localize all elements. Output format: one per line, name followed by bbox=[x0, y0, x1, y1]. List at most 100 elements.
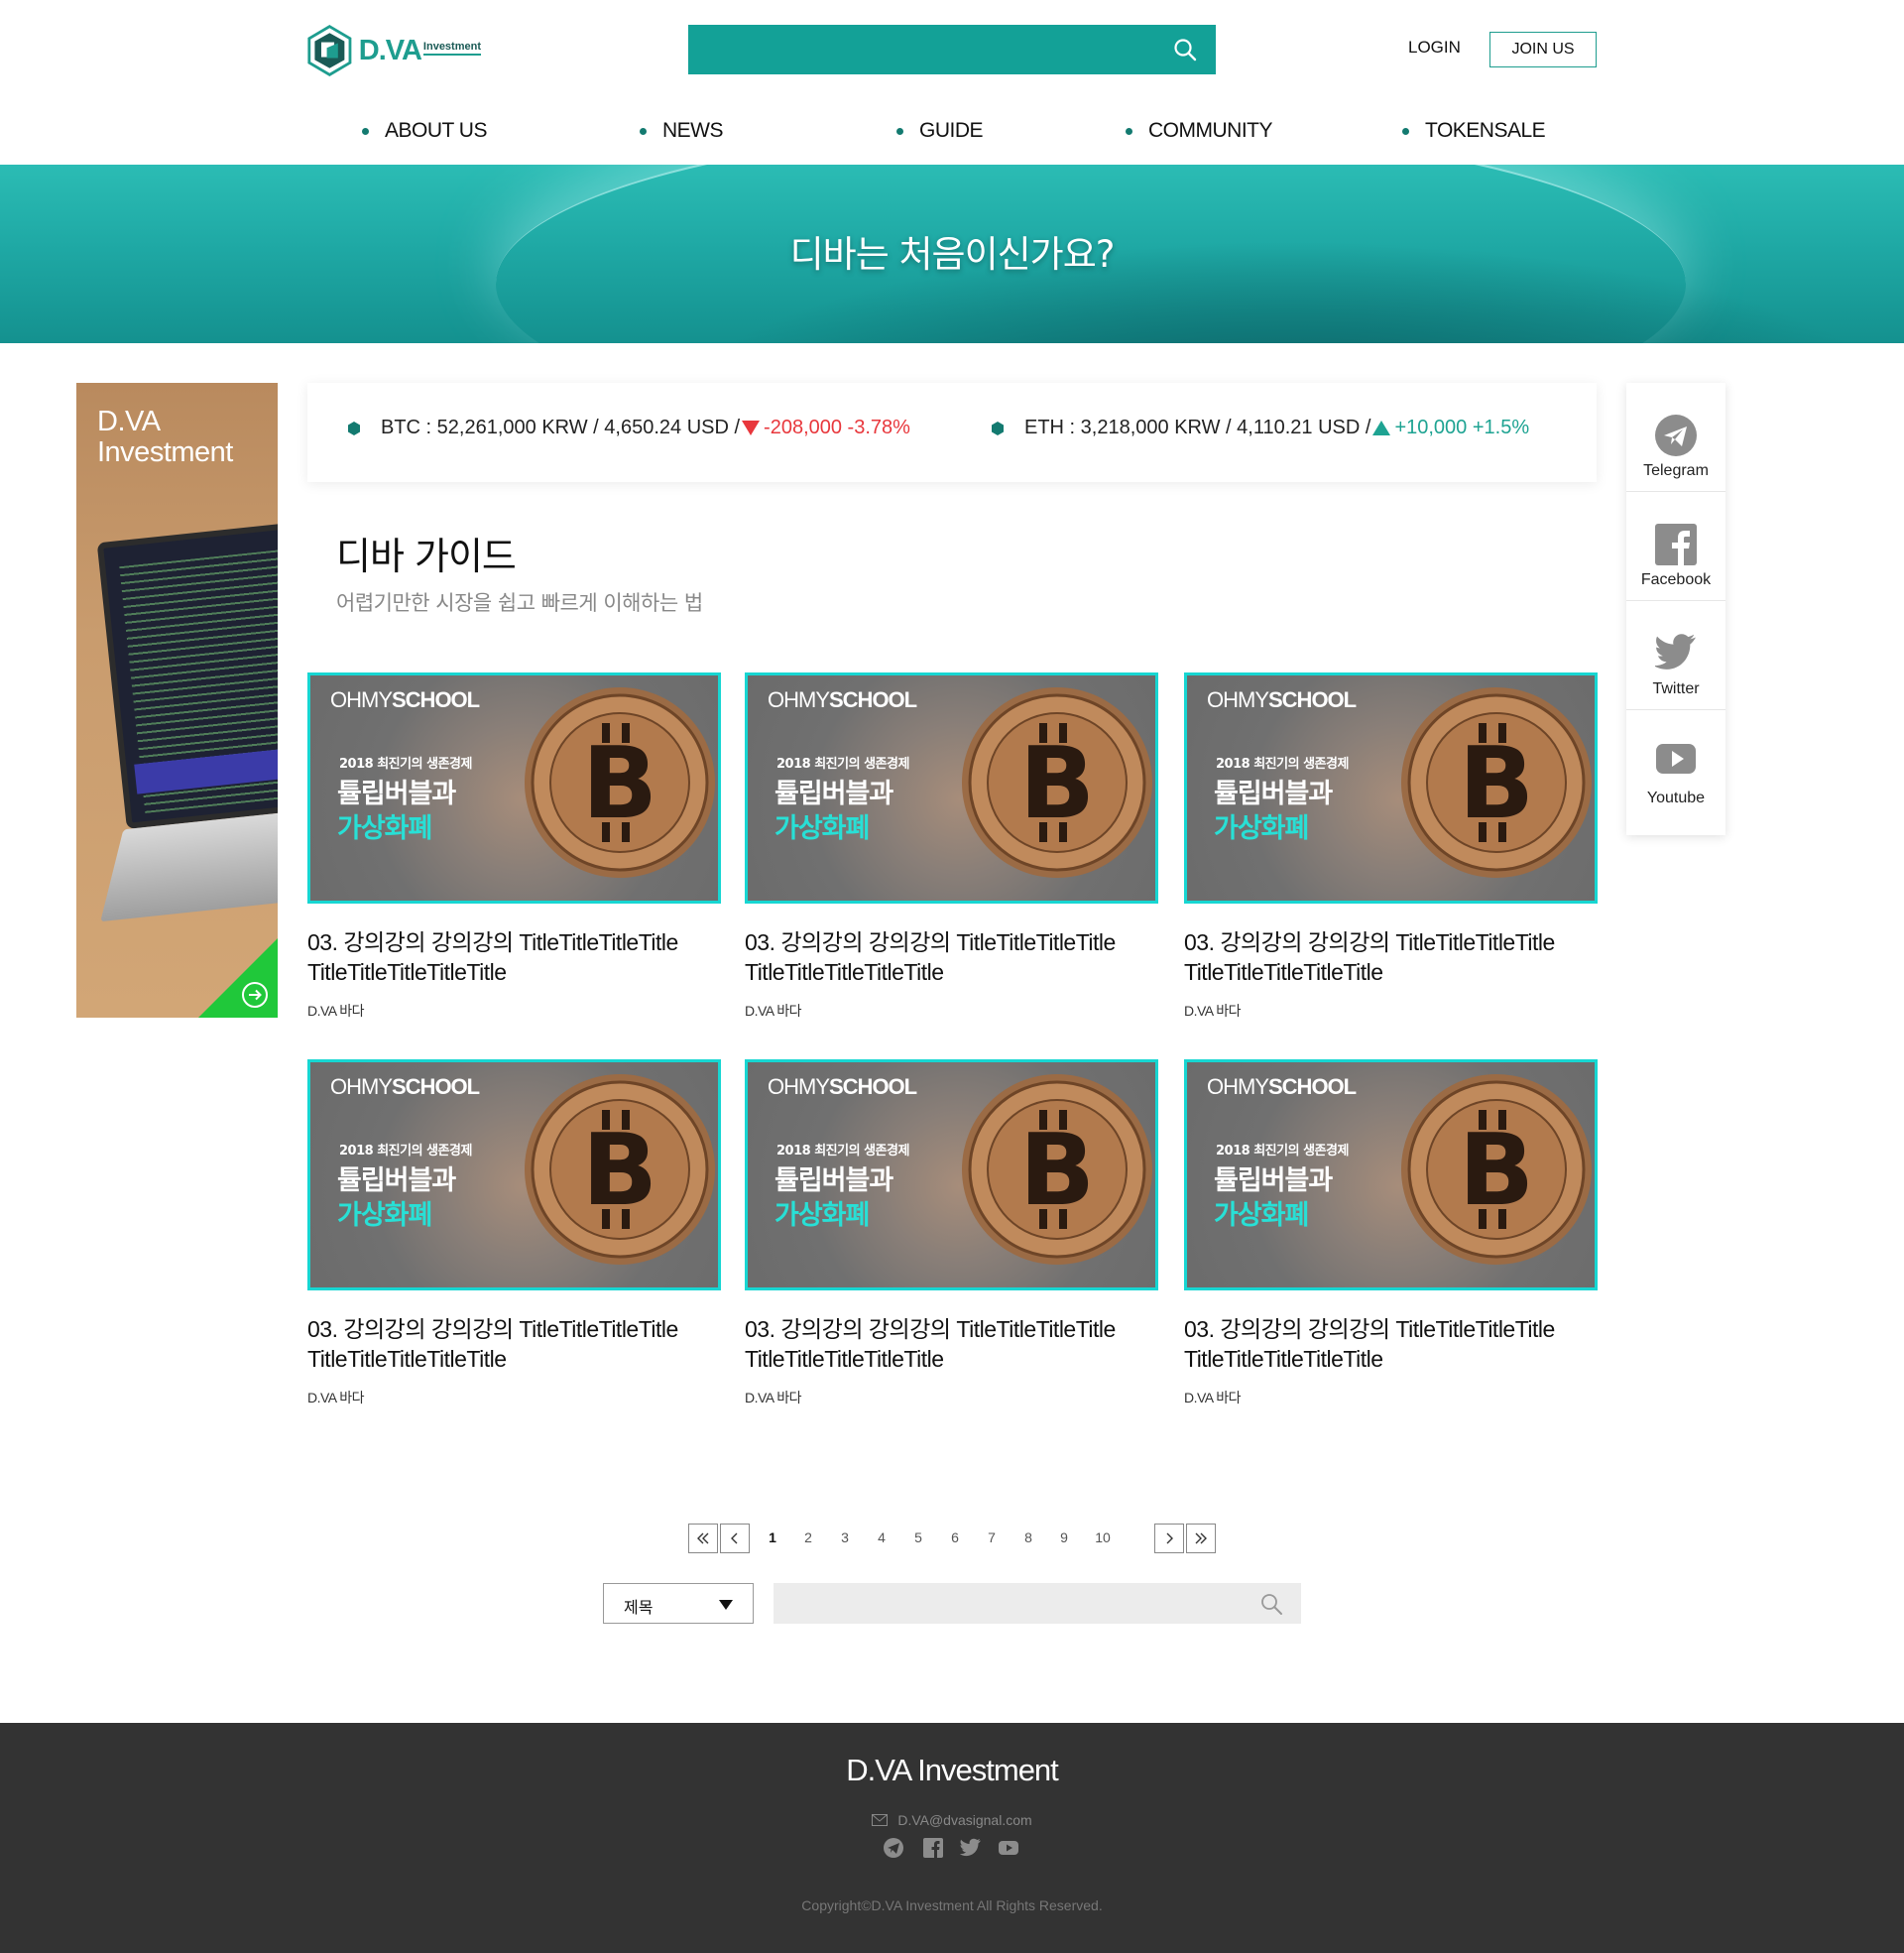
social-label: Facebook bbox=[1640, 571, 1712, 588]
facebook-icon bbox=[1655, 524, 1697, 565]
search-field-select[interactable]: 제목 bbox=[603, 1583, 754, 1624]
card-title[interactable]: 03. 강의강의 강의강의 TitleTitleTitleTitle Title… bbox=[745, 1314, 1158, 1374]
card-thumbnail: B OHMYSCHOOL 2018 최진기의 생존경제 튤립버블과 가상화폐 bbox=[1184, 1059, 1598, 1290]
card-author: D.VA 바다 bbox=[745, 1390, 802, 1405]
youtube-icon[interactable] bbox=[998, 1837, 1019, 1859]
nav-label: TOKENSALE bbox=[1425, 119, 1546, 142]
search-icon[interactable] bbox=[1259, 1592, 1283, 1616]
join-us-button[interactable]: JOIN US bbox=[1489, 32, 1597, 67]
bitcoin-coin-icon: B bbox=[962, 687, 1152, 878]
last-page-button[interactable] bbox=[1186, 1524, 1216, 1553]
page-number-7[interactable]: 7 bbox=[977, 1529, 1007, 1545]
double-chevron-left-icon bbox=[697, 1532, 709, 1544]
chevron-right-icon bbox=[1166, 1532, 1173, 1544]
arrow-right-circle-icon[interactable] bbox=[241, 981, 269, 1009]
thumbnail-headline: 튤립버블과 bbox=[1214, 779, 1333, 809]
twitter-icon[interactable] bbox=[960, 1837, 982, 1859]
next-page-button[interactable] bbox=[1154, 1524, 1184, 1553]
main-nav: ABOUT US NEWS GUIDE COMMUNITY TOKENSALE bbox=[0, 111, 1904, 155]
bitcoin-coin-icon: B bbox=[962, 1074, 1152, 1265]
footer-email-text[interactable]: D.VA@dvasignal.com bbox=[897, 1812, 1031, 1828]
guide-card[interactable]: B OHMYSCHOOL 2018 최진기의 생존경제 튤립버블과 가상화폐 0… bbox=[1184, 672, 1598, 1021]
first-page-button[interactable] bbox=[688, 1524, 718, 1553]
btc-price: BTC : 52,261,000 KRW / 4,650.24 USD / -2… bbox=[347, 417, 910, 439]
double-chevron-right-icon bbox=[1195, 1532, 1207, 1544]
site-header: D.VA Investment LOGIN JOIN US ABOUT US N… bbox=[0, 0, 1904, 165]
svg-text:B: B bbox=[582, 1112, 657, 1228]
page-number-3[interactable]: 3 bbox=[830, 1529, 860, 1545]
guide-card[interactable]: B OHMYSCHOOL 2018 최진기의 생존경제 튤립버블과 가상화폐 0… bbox=[745, 1059, 1158, 1407]
nav-item-guide[interactable]: GUIDE bbox=[896, 111, 984, 151]
bitcoin-coin-icon: B bbox=[525, 1074, 715, 1265]
bullet-icon bbox=[362, 127, 369, 135]
search-icon[interactable] bbox=[1172, 37, 1198, 62]
card-title[interactable]: 03. 강의강의 강의강의 TitleTitleTitleTitle Title… bbox=[307, 1314, 721, 1374]
thumbnail-caption: 2018 최진기의 생존경제 bbox=[339, 757, 472, 772]
page-number-10[interactable]: 10 bbox=[1088, 1529, 1118, 1545]
header-search-bar[interactable] bbox=[688, 25, 1216, 74]
card-title[interactable]: 03. 강의강의 강의강의 TitleTitleTitleTitle Title… bbox=[1184, 927, 1598, 987]
thumbnail-headline-accent: 가상화폐 bbox=[774, 813, 870, 844]
telegram-icon bbox=[1655, 415, 1697, 456]
bitcoin-coin-icon: B bbox=[1401, 687, 1592, 878]
up-arrow-icon bbox=[1372, 421, 1391, 435]
thumbnail-headline-accent: 가상화폐 bbox=[337, 1200, 432, 1231]
social-item-twitter[interactable]: Twitter bbox=[1626, 601, 1726, 710]
thumbnail-headline-accent: 가상화폐 bbox=[1214, 813, 1309, 844]
social-item-youtube[interactable]: Youtube bbox=[1626, 710, 1726, 819]
eth-change: +10,000 +1.5% bbox=[1394, 417, 1530, 438]
page-number-1[interactable]: 1 bbox=[758, 1529, 787, 1545]
guide-card[interactable]: B OHMYSCHOOL 2018 최진기의 생존경제 튤립버블과 가상화폐 0… bbox=[745, 672, 1158, 1021]
guide-card[interactable]: B OHMYSCHOOL 2018 최진기의 생존경제 튤립버블과 가상화폐 0… bbox=[307, 672, 721, 1021]
bullet-icon bbox=[640, 127, 647, 135]
card-title[interactable]: 03. 강의강의 강의강의 TitleTitleTitleTitle Title… bbox=[1184, 1314, 1598, 1374]
nav-label: NEWS bbox=[662, 119, 724, 142]
svg-text:B: B bbox=[1459, 1112, 1534, 1228]
chevron-left-icon bbox=[731, 1532, 738, 1544]
btc-price-text: BTC : 52,261,000 KRW / 4,650.24 USD / bbox=[381, 417, 741, 438]
thumbnail-headline: 튤립버블과 bbox=[774, 1165, 893, 1196]
page-number-4[interactable]: 4 bbox=[867, 1529, 896, 1545]
thumbnail-headline: 튤립버블과 bbox=[1214, 1165, 1333, 1196]
svg-text:B: B bbox=[1459, 725, 1534, 841]
bullet-icon bbox=[1126, 127, 1132, 135]
thumbnail-headline: 튤립버블과 bbox=[774, 779, 893, 809]
social-item-facebook[interactable]: Facebook bbox=[1626, 492, 1726, 601]
nav-item-news[interactable]: NEWS bbox=[640, 111, 724, 151]
site-footer: D.VA Investment D.VA@dvasignal.com Copyr… bbox=[0, 1723, 1904, 1953]
prev-page-button[interactable] bbox=[720, 1524, 750, 1553]
banner-title: 디바는 처음이신가요? bbox=[789, 233, 1116, 276]
thumbnail-caption: 2018 최진기의 생존경제 bbox=[776, 1144, 909, 1159]
eth-price-text: ETH : 3,218,000 KRW / 4,110.21 USD / bbox=[1024, 417, 1371, 438]
bullet-icon bbox=[896, 127, 903, 135]
card-title[interactable]: 03. 강의강의 강의강의 TitleTitleTitleTitle Title… bbox=[307, 927, 721, 987]
card-title[interactable]: 03. 강의강의 강의강의 TitleTitleTitleTitle Title… bbox=[745, 927, 1158, 987]
facebook-icon[interactable] bbox=[922, 1837, 944, 1859]
page-number-8[interactable]: 8 bbox=[1013, 1529, 1043, 1545]
social-label: Telegram bbox=[1643, 462, 1709, 479]
guide-card[interactable]: B OHMYSCHOOL 2018 최진기의 생존경제 튤립버블과 가상화폐 0… bbox=[307, 1059, 721, 1407]
down-arrow-icon bbox=[742, 421, 761, 435]
card-thumbnail: B OHMYSCHOOL 2018 최진기의 생존경제 튤립버블과 가상화폐 bbox=[1184, 672, 1598, 904]
page-number-5[interactable]: 5 bbox=[903, 1529, 933, 1545]
nav-item-tokensale[interactable]: TOKENSALE bbox=[1402, 111, 1546, 151]
telegram-icon[interactable] bbox=[883, 1837, 904, 1859]
caret-down-icon bbox=[719, 1600, 733, 1610]
svg-text:B: B bbox=[1019, 725, 1095, 841]
nav-item-about-us[interactable]: ABOUT US bbox=[362, 111, 487, 151]
card-author: D.VA 바다 bbox=[1184, 1390, 1242, 1405]
board-search-input[interactable] bbox=[774, 1583, 1250, 1624]
page-number-9[interactable]: 9 bbox=[1049, 1529, 1079, 1545]
page-number-2[interactable]: 2 bbox=[793, 1529, 823, 1545]
social-item-telegram[interactable]: Telegram bbox=[1626, 383, 1726, 492]
site-logo[interactable]: D.VA Investment bbox=[306, 22, 481, 79]
select-value: 제목 bbox=[624, 1598, 654, 1617]
login-link[interactable]: LOGIN bbox=[1408, 38, 1461, 58]
left-ad-banner[interactable]: D.VA Investment bbox=[76, 383, 278, 1018]
nav-item-community[interactable]: COMMUNITY bbox=[1126, 111, 1273, 151]
card-author: D.VA 바다 bbox=[307, 1390, 365, 1405]
guide-card[interactable]: B OHMYSCHOOL 2018 최진기의 생존경제 튤립버블과 가상화폐 0… bbox=[1184, 1059, 1598, 1407]
hero-banner: 디바는 처음이신가요? bbox=[0, 165, 1904, 343]
page-number-6[interactable]: 6 bbox=[940, 1529, 970, 1545]
thumbnail-headline-accent: 가상화폐 bbox=[1214, 1200, 1309, 1231]
